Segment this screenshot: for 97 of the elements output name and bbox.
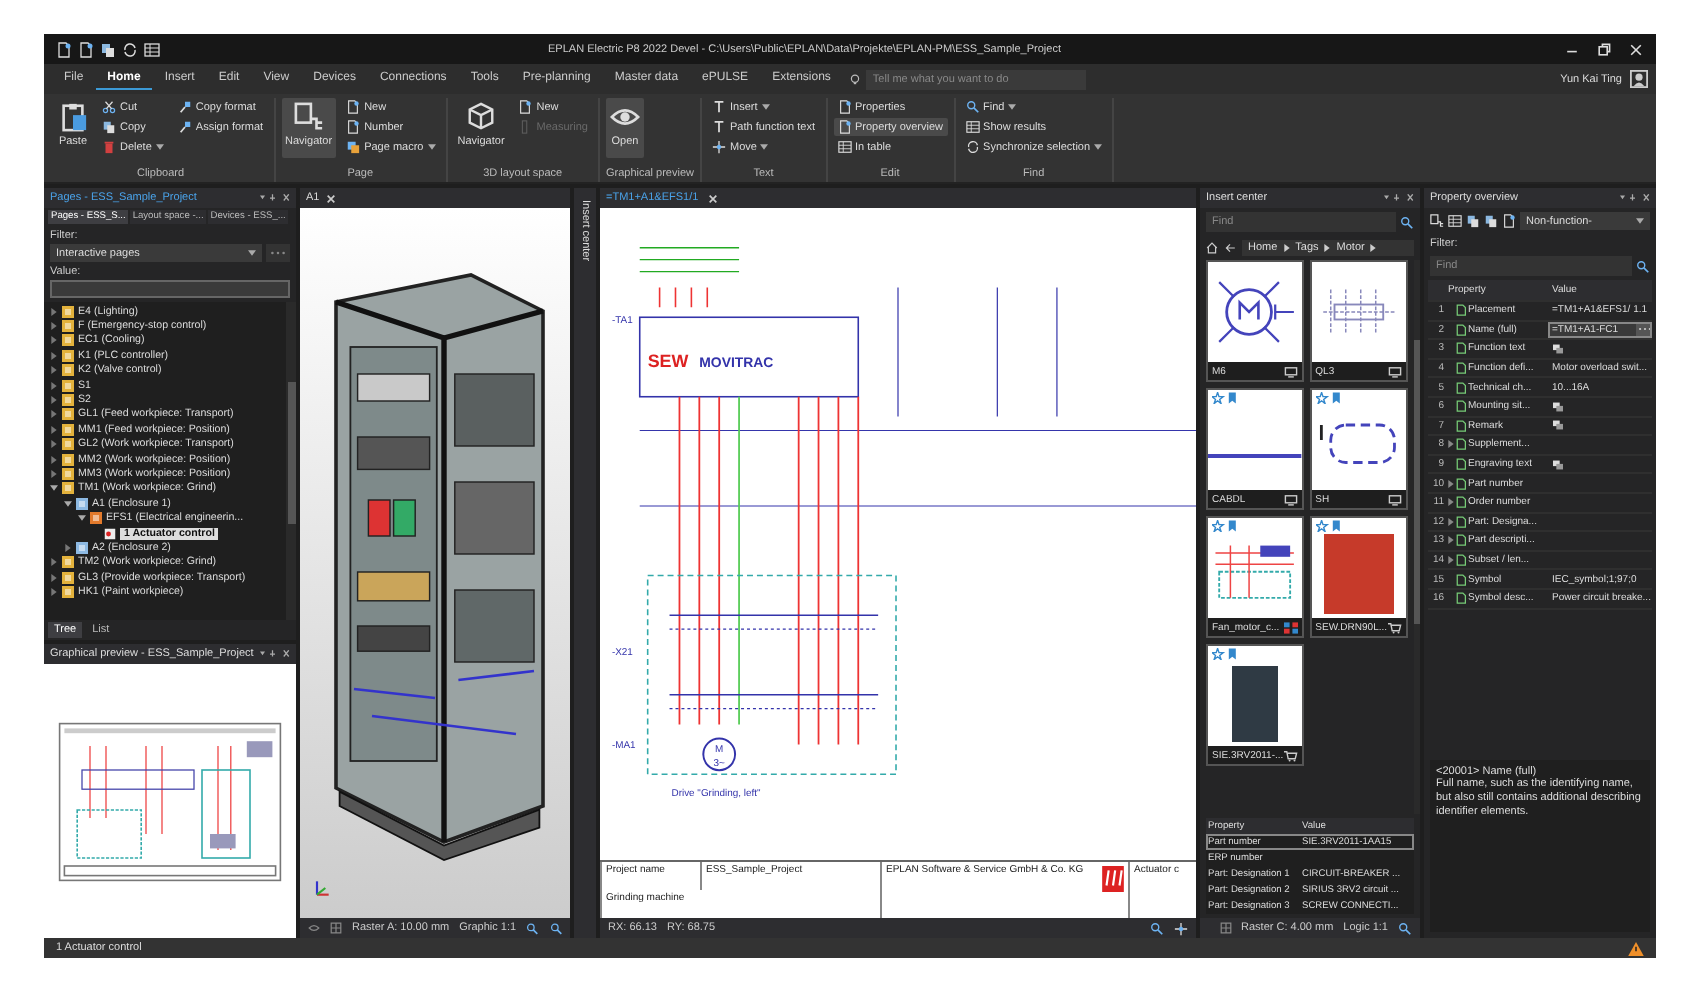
favorite-icon[interactable]: [1212, 648, 1240, 660]
new-page-icon: [346, 120, 361, 134]
table-icon: [1448, 214, 1462, 228]
copy-icon: [100, 41, 116, 57]
eye-icon[interactable]: [308, 922, 321, 934]
scrollbar[interactable]: [286, 302, 296, 620]
macro-icon[interactable]: [1283, 621, 1298, 633]
caret-icon: [155, 144, 164, 150]
search-icon: [1636, 259, 1650, 273]
chevron-icon: [1324, 244, 1331, 252]
close-icon[interactable]: [1628, 41, 1644, 57]
search-icon: [1150, 921, 1164, 935]
caret-icon: [248, 250, 256, 256]
new-page-icon: [346, 100, 361, 114]
expander-icon[interactable]: [1448, 440, 1454, 449]
table-icon: [837, 140, 851, 154]
brand-text: SEW: [647, 350, 689, 371]
warning-icon[interactable]: [1628, 941, 1644, 955]
user-icon[interactable]: [1630, 70, 1648, 88]
sync-icon: [965, 140, 980, 154]
new-page-icon: [78, 41, 94, 57]
expander-icon[interactable]: [1448, 517, 1454, 526]
caret-icon: [427, 144, 436, 150]
search-icon: [549, 921, 562, 935]
new-page-icon: [837, 120, 851, 134]
clipboard-icon: [58, 102, 88, 132]
home-icon[interactable]: [1206, 242, 1218, 254]
text-icon: [712, 100, 726, 114]
text-icon: [712, 120, 726, 134]
scrollbar[interactable]: [1413, 260, 1420, 814]
symbol-icon[interactable]: [1283, 365, 1298, 377]
scissors-icon: [102, 100, 116, 114]
lightbulb-icon: [850, 73, 861, 85]
move-icon: [712, 140, 726, 154]
macro-icon: [346, 140, 361, 154]
panel-controls-icon[interactable]: [260, 650, 290, 658]
panel-controls-icon[interactable]: [1620, 194, 1650, 202]
search-icon: [1398, 921, 1412, 935]
caret-icon: [760, 144, 769, 150]
symbol-icon[interactable]: [1387, 493, 1402, 505]
expander-icon[interactable]: [1448, 556, 1454, 565]
cube-icon: [466, 102, 496, 132]
expander-icon[interactable]: [1448, 536, 1454, 545]
caret-icon: [1094, 144, 1103, 150]
page-tree-icon: [293, 102, 324, 132]
chevron-icon: [1370, 244, 1377, 252]
breaker-photo-placeholder: [1232, 666, 1278, 742]
caret-icon: [1636, 218, 1644, 224]
brush-icon: [177, 100, 192, 114]
motor-photo-placeholder: [1323, 534, 1394, 614]
restore-icon[interactable]: [1596, 41, 1612, 57]
expander-icon[interactable]: [1448, 498, 1454, 507]
value-field[interactable]: [50, 280, 290, 298]
cart-icon[interactable]: [1387, 621, 1402, 633]
translation-icon[interactable]: [1552, 459, 1564, 470]
search-icon: [965, 100, 980, 114]
search-icon: [1400, 215, 1414, 229]
grid-icon[interactable]: [330, 922, 343, 934]
sync-icon: [122, 41, 138, 57]
new-page-icon: [518, 100, 533, 114]
panel-controls-icon[interactable]: [1384, 194, 1414, 202]
favorite-icon[interactable]: [1212, 392, 1240, 404]
delete-icon: [102, 140, 116, 154]
symbol-icon[interactable]: [1387, 365, 1402, 377]
grid-icon[interactable]: [1219, 922, 1232, 934]
table-icon: [965, 120, 980, 134]
new-page-icon: [56, 41, 72, 57]
close-icon[interactable]: [708, 193, 719, 203]
cart-icon[interactable]: [1283, 749, 1298, 761]
table-icon: [144, 41, 160, 57]
panel-controls-icon[interactable]: [260, 194, 290, 202]
caret-icon: [1008, 104, 1017, 110]
expander-icon[interactable]: [1448, 479, 1454, 488]
page-icon: [104, 527, 116, 540]
search-icon: [526, 921, 540, 935]
favorite-icon[interactable]: [1315, 520, 1344, 532]
new-page-icon: [1502, 214, 1516, 228]
more-button[interactable]: [1636, 323, 1652, 336]
ruler-icon: [518, 120, 533, 134]
logo-icon: [1102, 866, 1124, 892]
symbol-icon[interactable]: [1283, 493, 1298, 505]
page-tree-icon: [1430, 214, 1444, 228]
ellipsis-icon: [270, 250, 286, 256]
axis-icon: [312, 878, 332, 898]
back-arrow-icon[interactable]: [1224, 242, 1236, 254]
copy-icon: [102, 120, 116, 134]
translation-icon[interactable]: [1552, 343, 1564, 354]
close-icon[interactable]: [325, 193, 336, 203]
new-page-icon: [837, 100, 851, 114]
caret-icon: [761, 104, 770, 110]
move-icon: [1174, 921, 1188, 935]
favorite-icon[interactable]: [1315, 392, 1344, 404]
more-button[interactable]: [266, 244, 290, 262]
brush-icon: [177, 120, 192, 134]
cable-line-drawing: [1208, 454, 1302, 458]
favorite-icon[interactable]: [1212, 520, 1240, 532]
chevron-icon: [1283, 244, 1290, 252]
